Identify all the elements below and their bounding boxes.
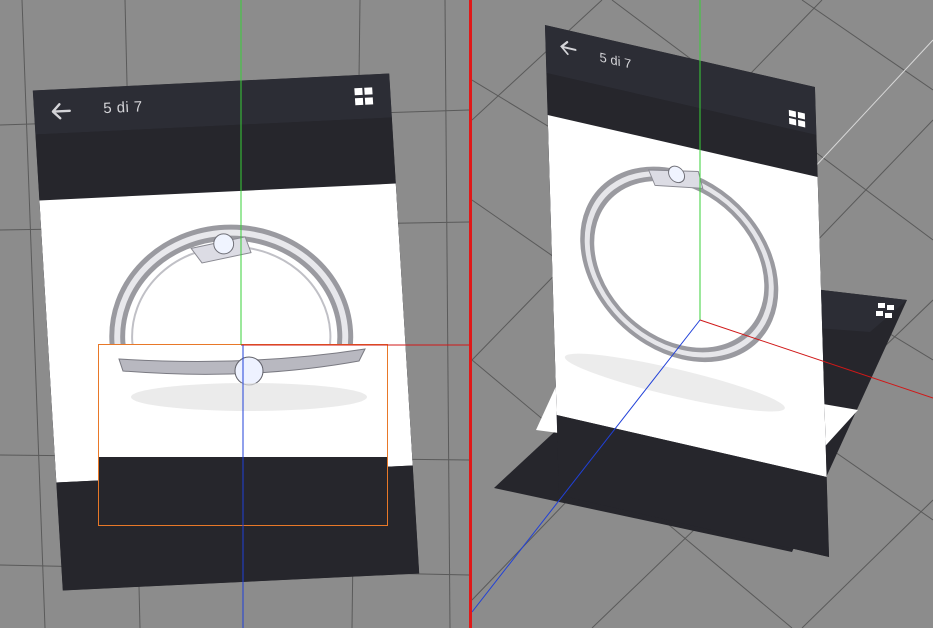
axis-gizmo-perspective	[472, 0, 933, 613]
axis-gizmo	[240, 0, 469, 628]
viewport-front[interactable]: 5 di 7	[0, 0, 469, 628]
viewport-perspective[interactable]: 5 di 7	[472, 0, 933, 628]
